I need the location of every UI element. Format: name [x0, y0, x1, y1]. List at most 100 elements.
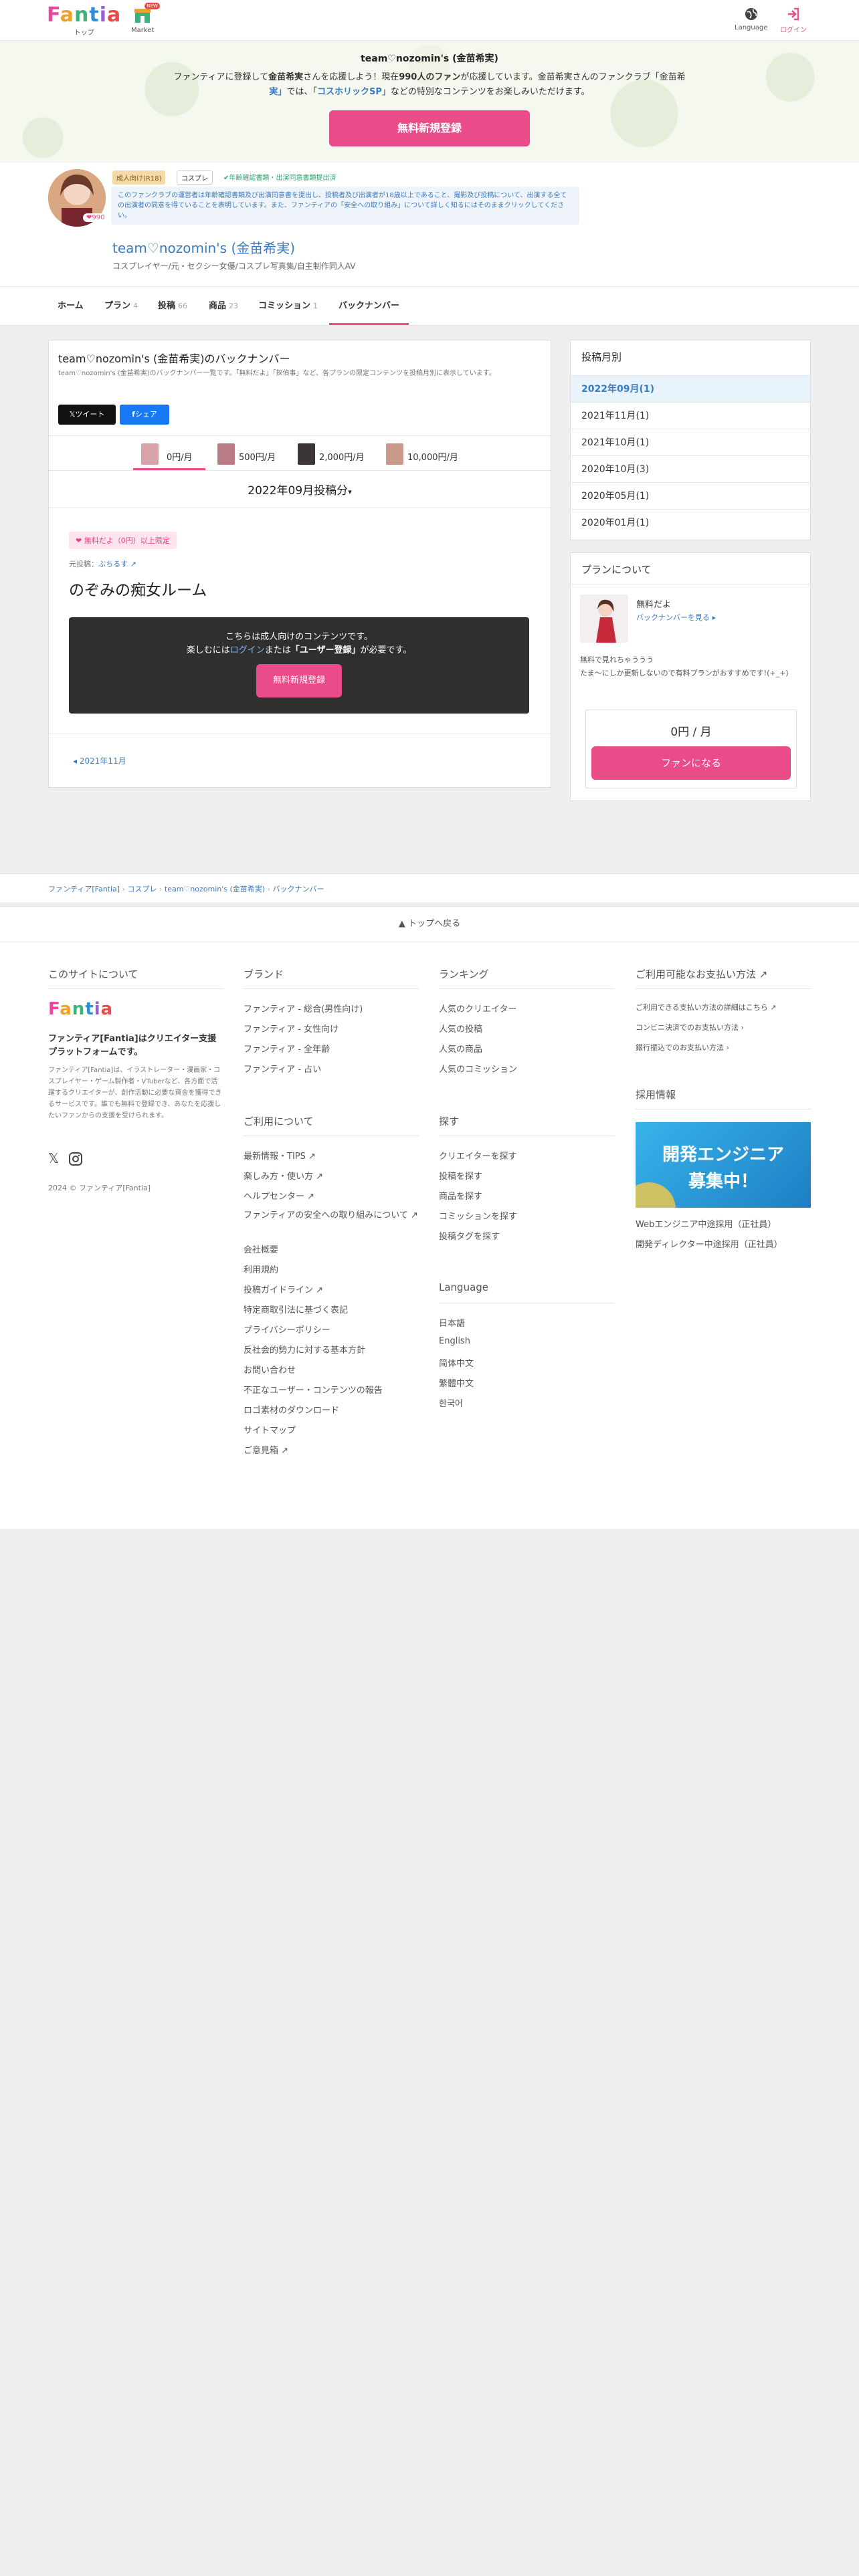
- footer-usage-link[interactable]: 最新情報・TIPS ↗: [244, 1149, 316, 1162]
- post-title[interactable]: のぞみの痴女ルーム: [69, 577, 207, 600]
- x-icon[interactable]: 𝕏: [48, 1150, 59, 1166]
- recruit-banner-line1: 開発エンジニア: [662, 1145, 784, 1165]
- footer-usage-link[interactable]: ヘルプセンター ↗: [244, 1189, 314, 1202]
- footer-usage-link[interactable]: 投稿ガイドライン ↗: [244, 1283, 323, 1295]
- category-badge[interactable]: コスプレ: [177, 171, 213, 185]
- month-selector[interactable]: 2022年09月投稿分▾: [49, 481, 551, 498]
- archive-month-item[interactable]: 2020年05月(1): [571, 482, 810, 509]
- tab-commissions[interactable]: コミッション 1: [258, 287, 318, 325]
- prev-month-link[interactable]: ◂ 2021年11月: [73, 755, 126, 766]
- link-label: ご意見箱: [244, 1446, 279, 1456]
- tab-products[interactable]: 商品 23: [209, 287, 238, 325]
- footer-explore-link[interactable]: 商品を探す: [439, 1189, 482, 1202]
- footer-usage-link[interactable]: プライバシーポリシー: [244, 1323, 330, 1335]
- plan-thumbnail: [217, 443, 235, 465]
- plan-backnumber-link[interactable]: バックナンバーを見る ▸: [636, 612, 716, 623]
- footer-ranking-title: ランキング: [439, 968, 489, 980]
- verified-badge[interactable]: ✔年齢確認書類・出演同意書類提出済: [223, 172, 336, 182]
- gate-signup-button[interactable]: 無料新規登録: [256, 664, 342, 697]
- footer-ranking-link[interactable]: 人気の商品: [439, 1042, 482, 1055]
- origin-link[interactable]: ぶちるす: [98, 560, 128, 568]
- footer-ranking-link[interactable]: 人気の投稿: [439, 1022, 482, 1035]
- tab-backnumber[interactable]: バックナンバー: [329, 287, 409, 325]
- signup-button[interactable]: 無料新規登録: [329, 110, 530, 146]
- archive-month-item[interactable]: 2020年01月(1): [571, 509, 810, 536]
- footer-payment-link[interactable]: 銀行振込でのお支払い方法 ›: [636, 1042, 729, 1053]
- footer-ranking-link[interactable]: 人気のクリエイター: [439, 1002, 516, 1014]
- instagram-icon[interactable]: [68, 1152, 83, 1166]
- footer-usage-link[interactable]: ファンティアの安全への取り組みについて ↗: [244, 1209, 419, 1222]
- tab-posts[interactable]: 投稿 66: [158, 287, 187, 325]
- footer-usage-link[interactable]: 利用規約: [244, 1263, 278, 1275]
- tweet-button[interactable]: 𝕏ツイート: [58, 405, 116, 425]
- safety-notice[interactable]: このファンクラブの運営者は年齢確認書類及び出演同意書を提出し、投稿者及び出演者が…: [111, 187, 579, 225]
- home-nav[interactable]: Fantia トップ: [47, 4, 121, 37]
- footer-explore-link[interactable]: コミッションを探す: [439, 1209, 517, 1222]
- become-fan-button[interactable]: ファンになる: [591, 746, 791, 780]
- archive-month-item[interactable]: 2021年11月(1): [571, 402, 810, 429]
- footer-logo[interactable]: Fantia: [48, 998, 113, 1021]
- footer-usage-link[interactable]: 楽しみ方・使い方 ↗: [244, 1169, 323, 1182]
- tab-home[interactable]: ホーム: [58, 287, 84, 325]
- tab-label: 投稿: [158, 301, 176, 311]
- footer-recruit-link[interactable]: 開発ディレクター中途採用（正社員）: [636, 1237, 783, 1250]
- footer-usage-link[interactable]: 不正なユーザー・コンテンツの報告: [244, 1383, 383, 1396]
- language-label: Language: [735, 24, 768, 31]
- fantia-logo[interactable]: Fantia: [47, 4, 121, 27]
- login-nav[interactable]: ログイン: [780, 4, 807, 34]
- footer-brand-link[interactable]: ファンティア - 占い: [244, 1062, 321, 1075]
- footer-brand-link[interactable]: ファンティア - 全年齢: [244, 1042, 330, 1055]
- tab-plans[interactable]: プラン 4: [104, 287, 138, 325]
- archive-month-item[interactable]: 2021年10月(1): [571, 429, 810, 455]
- language-option[interactable]: 한국어: [439, 1396, 463, 1409]
- breadcrumb-item[interactable]: team♡nozomin's (金苗希実): [165, 885, 265, 893]
- footer-payment-link[interactable]: ご利用できる支払い方法の詳細はこちら ↗: [636, 1002, 777, 1012]
- footer-usage-link[interactable]: 会社概要: [244, 1243, 278, 1255]
- archive-month-item[interactable]: 2022年09月(1): [571, 375, 810, 402]
- back-to-top-link[interactable]: ▲ トップへ戻る: [0, 907, 859, 942]
- back-to-top-label: トップへ戻る: [408, 919, 461, 929]
- external-link-icon: ↗: [307, 1192, 315, 1202]
- fanclub-name[interactable]: team♡nozomin's (金苗希実): [112, 237, 295, 257]
- language-option[interactable]: English: [439, 1336, 470, 1346]
- footer-explore-link[interactable]: 投稿を探す: [439, 1169, 482, 1182]
- plan-tab-0[interactable]: 0円/月: [133, 439, 205, 470]
- facebook-share-button[interactable]: fシェア: [120, 405, 169, 425]
- login-label: ログイン: [780, 27, 807, 34]
- footer-brand-link[interactable]: ファンティア - 総合(男性向け): [244, 1002, 363, 1014]
- plan-tab-1[interactable]: 500円/月: [209, 439, 296, 470]
- footer-explore-link[interactable]: クリエイターを探す: [439, 1149, 516, 1162]
- footer-brand-link[interactable]: ファンティア - 女性向け: [244, 1022, 339, 1035]
- plan-description: 無料で見れちゃううう たま～にしか更新しないので有料プランがおすすめです!(+_…: [580, 655, 789, 677]
- footer-usage-link[interactable]: お問い合わせ: [244, 1363, 296, 1376]
- gate-login-link[interactable]: ログイン: [230, 645, 265, 655]
- footer-explore-link[interactable]: 投稿タグを探す: [439, 1229, 500, 1242]
- footer-usage-link[interactable]: ご意見箱 ↗: [244, 1443, 288, 1456]
- footer-ranking-link[interactable]: 人気のコミッション: [439, 1062, 517, 1075]
- footer-usage-link[interactable]: ロゴ素材のダウンロード: [244, 1403, 339, 1416]
- plan-tab-2[interactable]: 2,000円/月: [290, 439, 377, 470]
- plan-image[interactable]: [580, 595, 628, 643]
- footer-usage-link[interactable]: 特定商取引法に基づく表記: [244, 1303, 348, 1315]
- chevron-left-icon: ◂: [73, 756, 78, 766]
- footer-usage-link[interactable]: サイトマップ: [244, 1423, 296, 1436]
- language-nav[interactable]: Language: [735, 4, 767, 31]
- language-option[interactable]: 日本語: [439, 1316, 465, 1329]
- footer-payment-link[interactable]: コンビニ決済でのお支払い方法 ›: [636, 1022, 744, 1033]
- breadcrumb: ファンティア[Fantia] › コスプレ › team♡nozomin's (…: [48, 883, 324, 894]
- gate-register-text: 「ユーザー登録」: [290, 645, 361, 655]
- plan-tab-3[interactable]: 10,000円/月: [378, 439, 478, 470]
- footer-usage-link[interactable]: 反社会的勢力に対する基本方針: [244, 1343, 365, 1356]
- archive-title: 投稿月別: [581, 351, 622, 363]
- footer-recruit-link[interactable]: Webエンジニア中途採用（正社員）: [636, 1217, 776, 1230]
- breadcrumb-item[interactable]: コスプレ: [127, 885, 157, 893]
- plan-name: 無料だよ: [636, 600, 672, 610]
- language-option[interactable]: 简体中文: [439, 1356, 474, 1369]
- recruit-banner[interactable]: 開発エンジニア 募集中！: [636, 1122, 811, 1208]
- archive-month-item[interactable]: 2020年10月(3): [571, 455, 810, 482]
- market-nav[interactable]: NEW Market: [131, 3, 160, 34]
- language-option[interactable]: 繁體中文: [439, 1376, 474, 1389]
- tab-label: コミッション: [258, 301, 311, 311]
- breadcrumb-item[interactable]: ファンティア[Fantia]: [48, 885, 120, 893]
- link-label: 最新情報・TIPS: [244, 1152, 306, 1162]
